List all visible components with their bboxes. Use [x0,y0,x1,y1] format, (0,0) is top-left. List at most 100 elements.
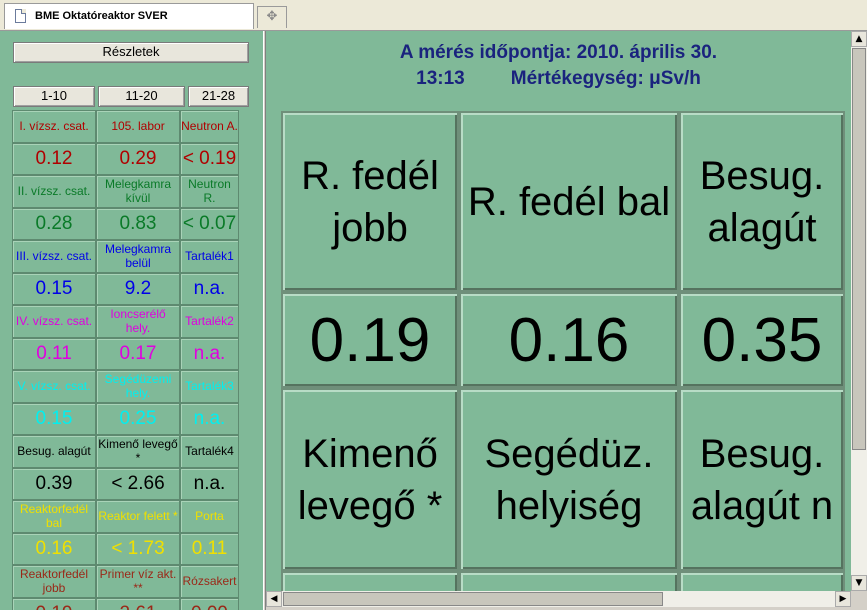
grid-label-row: II. vízsz. csat. Melegkamra kívül Neutro… [12,175,239,208]
measurement-unit: Mértékegység: μSv/h [510,68,701,89]
big-value: 0.35 [679,292,845,388]
grid-value: 0.12 [12,143,96,175]
grid-label-row: Besug. alagút Kimenő levegő * Tartalék4 [12,435,239,468]
grid-label: Tartalék4 [180,435,239,468]
big-value-row [281,571,845,591]
horizontal-scroll-thumb[interactable] [283,592,663,606]
grid-value: n.a. [180,273,239,305]
grid-label: Kimenő levegő * [96,435,180,468]
tab-bar: BME Oktatóreaktor SVER ✥ [0,0,867,31]
big-cell [679,571,845,591]
grid-value: 0.83 [96,208,180,240]
document-icon [15,9,26,23]
grid-value: < 0.07 [180,208,239,240]
grid-label: Besug. alagút [12,435,96,468]
details-button[interactable]: Részletek [13,42,249,63]
scrollbar-corner [851,591,867,610]
grid-label-row: I. vízsz. csat. 105. labor Neutron A. [12,110,239,143]
big-label-row: Kimenő levegő * Segédüz. helyiség Besug.… [281,388,845,571]
grid-label-row: III. vízsz. csat. Melegkamra belül Tarta… [12,240,239,273]
grid-value: 0.17 [96,338,180,370]
grid-value: < 1.73 [96,533,180,565]
grid-value-row: 0.15 0.25 n.a. [12,403,239,435]
grid-value: 0.09 [180,598,239,610]
grid-label: Primer víz akt. ** [96,565,180,598]
grid-label: Melegkamra kívül [96,175,180,208]
big-label: Besug. alagút [679,111,845,292]
grid-label: Tartalék3 [180,370,239,403]
scroll-up-icon[interactable]: ▲ [851,31,867,47]
grid-value: 0.15 [12,403,96,435]
grid-label: Reaktor felett * [96,500,180,533]
grid-value-row: 0.28 0.83 < 0.07 [12,208,239,240]
big-label: Kimenő levegő * [281,388,459,571]
horizontal-scrollbar[interactable]: ◀ ▶ [266,591,851,607]
tab-title: BME Oktatóreaktor SVER [35,10,168,22]
big-label: R. fedél jobb [281,111,459,292]
measurement-meta: 13:13 Mértékegység: μSv/h [266,66,851,92]
scroll-down-icon[interactable]: ▼ [851,575,867,591]
grid-label: Neutron R. [180,175,239,208]
measurement-header: A mérés időpontja: 2010. április 30. 13:… [266,40,851,92]
grid-label: IV. vízsz. csat. [12,305,96,338]
grid-value: 0.25 [96,403,180,435]
grid-label: II. vízsz. csat. [12,175,96,208]
grid-value-row: 0.39 < 2.66 n.a. [12,468,239,500]
grid-label-row: V. vízsz. csat. Segédüzemi hely. Tartalé… [12,370,239,403]
big-cell [459,571,679,591]
big-display-grid: R. fedél jobb R. fedél bal Besug. alagút… [281,111,845,591]
scroll-right-icon[interactable]: ▶ [835,591,851,607]
grid-value: 0.39 [12,468,96,500]
grid-value: 9.2 [96,273,180,305]
big-value: 0.19 [281,292,459,388]
grid-value-row: 0.12 0.29 < 0.19 [12,143,239,175]
tab-main[interactable]: BME Oktatóreaktor SVER [4,3,254,29]
grid-label: Reaktorfedél bal [12,500,96,533]
grid-label: Porta [180,500,239,533]
range-tab-1-10[interactable]: 1-10 [13,86,95,107]
measurement-datetime: A mérés időpontja: 2010. április 30. [399,42,718,63]
new-tab-button[interactable]: ✥ [257,6,287,28]
grid-label: Tartalék2 [180,305,239,338]
grid-label: Tartalék1 [180,240,239,273]
range-tab-11-20[interactable]: 11-20 [98,86,185,107]
grid-value: 0.29 [96,143,180,175]
grid-value: 0.16 [12,533,96,565]
grid-label: Reaktorfedél jobb [12,565,96,598]
grid-label: I. vízsz. csat. [12,110,96,143]
grid-value-row: 0.11 0.17 n.a. [12,338,239,370]
big-label: R. fedél bal [459,111,679,292]
grid-label: Melegkamra belül [96,240,180,273]
big-label-row: R. fedél jobb R. fedél bal Besug. alagút [281,111,845,292]
grid-value: n.a. [180,468,239,500]
grid-value: 0.28 [12,208,96,240]
grid-value: < 0.19 [180,143,239,175]
grid-value-row: 0.15 9.2 n.a. [12,273,239,305]
grid-value: < 2.66 [96,468,180,500]
scroll-left-icon[interactable]: ◀ [266,591,282,607]
measurement-time: 13:13 [416,68,465,89]
grid-value: 0.19 [12,598,96,610]
grid-label: III. vízsz. csat. [12,240,96,273]
big-label: Segédüz. helyiség [459,388,679,571]
grid-label-row: IV. vízsz. csat. Ioncserélő hely. Tartal… [12,305,239,338]
grid-label: Ioncserélő hely. [96,305,180,338]
grid-label-row: Reaktorfedél jobb Primer víz akt. ** Róz… [12,565,239,598]
measurement-grid: I. vízsz. csat. 105. labor Neutron A. 0.… [12,110,239,610]
range-tab-21-28[interactable]: 21-28 [188,86,249,107]
grid-value: n.a. [180,403,239,435]
grid-value: 0.15 [12,273,96,305]
grid-value-row: 0.19 2.61 0.09 [12,598,239,610]
grid-value: 0.11 [12,338,96,370]
big-value: 0.16 [459,292,679,388]
vertical-scrollbar[interactable]: ▲ ▼ [851,31,867,591]
big-value-row: 0.19 0.16 0.35 [281,292,845,388]
grid-value: 2.61 [96,598,180,610]
move-icon: ✥ [266,9,278,24]
left-panel: Részletek 1-10 11-20 21-28 I. vízsz. csa… [0,31,263,610]
grid-label: Neutron A. [180,110,239,143]
main-panel: A mérés időpontja: 2010. április 30. 13:… [266,31,851,591]
vertical-scroll-thumb[interactable] [852,48,866,450]
big-cell [281,571,459,591]
grid-label-row: Reaktorfedél bal Reaktor felett * Porta [12,500,239,533]
